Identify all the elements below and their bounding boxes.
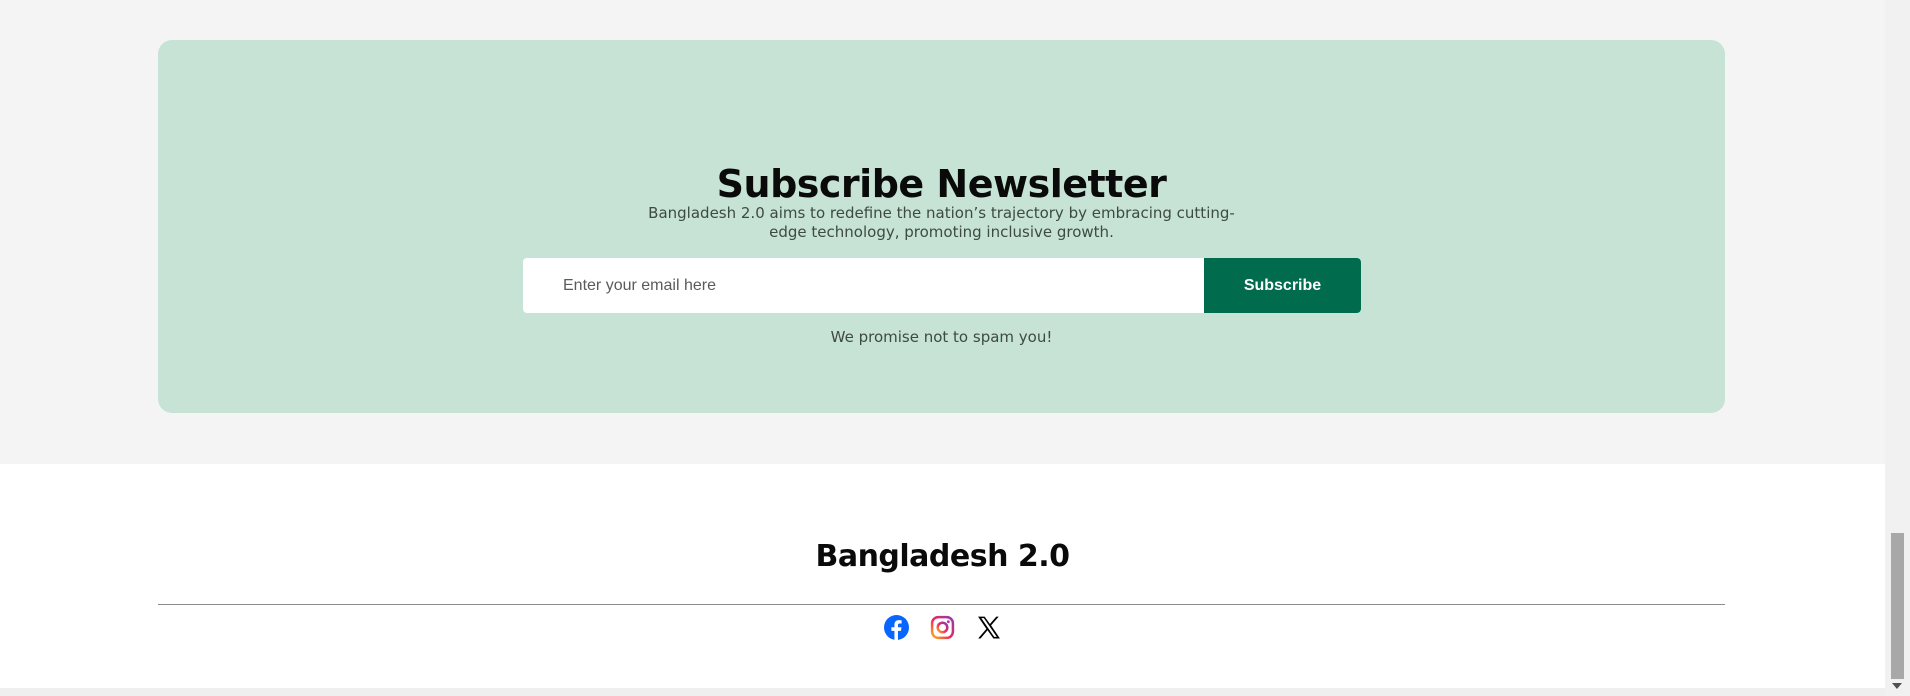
newsletter-form: Subscribe [523,258,1361,313]
x-icon [977,616,1000,638]
footer: Bangladesh 2.0 [0,464,1885,688]
email-input[interactable] [523,258,1204,313]
no-spam-note: We promise not to spam you! [830,328,1053,346]
footer-divider [158,604,1725,605]
facebook-link[interactable] [884,613,910,641]
newsletter-description: Bangladesh 2.0 aims to redefine the nati… [648,204,1235,241]
scroll-down-arrow-icon[interactable] [1892,683,1902,689]
subscribe-button[interactable]: Subscribe [1204,258,1361,313]
page: Subscribe Newsletter Bangladesh 2.0 aims… [0,0,1885,696]
footer-brand: Bangladesh 2.0 [815,539,1070,574]
newsletter-section: Subscribe Newsletter Bangladesh 2.0 aims… [158,40,1725,413]
facebook-icon [884,614,909,640]
social-links [0,613,1885,641]
instagram-icon [930,615,955,639]
newsletter-title: Subscribe Newsletter [716,162,1167,206]
instagram-link[interactable] [930,613,956,641]
scrollbar-thumb[interactable] [1891,533,1904,679]
bottom-strip [0,688,1885,696]
scrollbar[interactable] [1885,0,1910,696]
x-link[interactable] [976,613,1002,641]
